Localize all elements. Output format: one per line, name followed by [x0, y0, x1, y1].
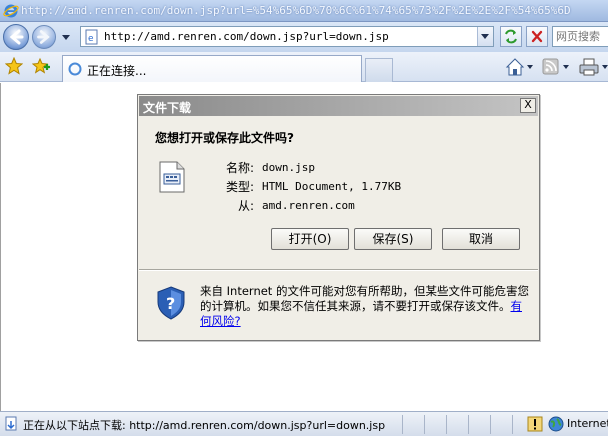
dialog-question: 您想打开或保存此文件吗?: [155, 131, 294, 145]
security-zone-label: Internet: [567, 417, 608, 430]
search-box[interactable]: [552, 26, 608, 47]
stop-button[interactable]: [526, 26, 548, 47]
status-pane: [402, 415, 424, 434]
dialog-title: 文件下载: [143, 101, 192, 115]
page-icon: e: [85, 29, 98, 45]
add-favorites-icon[interactable]: [32, 57, 50, 75]
svg-text:?: ?: [166, 294, 175, 313]
file-download-dialog: 文件下载 X 您想打开或保存此文件吗? 名称: down.jsp 类型: HTM…: [137, 94, 540, 341]
status-pane: [468, 415, 490, 434]
printer-icon: [579, 58, 608, 76]
file-source-value: amd.renren.com: [262, 199, 355, 212]
window-title: http://amd.renren.com/down.jsp?url=%54%6…: [21, 4, 571, 17]
file-source-label: 从:: [237, 199, 254, 213]
window-title-bar: http://amd.renren.com/down.jsp?url=%54%6…: [0, 0, 608, 22]
home-icon: [505, 58, 533, 76]
print-button[interactable]: [578, 57, 608, 77]
tab-row: 正在连接...: [0, 52, 608, 82]
refresh-icon: [505, 29, 517, 44]
protected-mode-alert-icon[interactable]: [527, 416, 543, 432]
recent-pages-dropdown-icon[interactable]: [61, 32, 71, 42]
dialog-close-button[interactable]: X: [520, 98, 536, 113]
status-bar: 正在从以下站点下载: http://amd.renren.com/down.js…: [0, 411, 608, 436]
status-pane: [512, 415, 524, 434]
ie-logo-icon: [3, 4, 19, 18]
new-tab-button[interactable]: [365, 58, 393, 82]
favorites-star-icon[interactable]: [5, 57, 23, 75]
save-button[interactable]: 保存(S): [354, 228, 432, 250]
address-dropdown-button[interactable]: [477, 27, 493, 46]
status-pane: [446, 415, 468, 434]
address-field[interactable]: e http://amd.renren.com/down.jsp?url=dow…: [80, 26, 494, 47]
tab-current[interactable]: 正在连接...: [62, 55, 362, 82]
status-pane: [424, 415, 446, 434]
download-page-icon: [5, 416, 17, 431]
forward-arrow-icon: [37, 30, 50, 44]
file-name-value: down.jsp: [262, 161, 315, 174]
dialog-divider: [139, 269, 538, 271]
status-pane: [490, 415, 512, 434]
file-document-icon: [159, 161, 185, 193]
security-shield-icon: ?: [157, 286, 185, 320]
svg-text:e: e: [88, 34, 94, 44]
cancel-button[interactable]: 取消: [442, 228, 520, 250]
search-input[interactable]: [553, 27, 608, 46]
back-arrow-icon: [9, 29, 24, 45]
feeds-button[interactable]: [541, 57, 571, 77]
dialog-title-bar: 文件下载 X: [139, 96, 538, 116]
stop-icon: [531, 30, 543, 43]
loading-spinner-icon: [68, 62, 82, 76]
rss-feed-icon: [542, 58, 569, 75]
address-url: http://amd.renren.com/down.jsp?url=down.…: [104, 30, 389, 43]
forward-button[interactable]: [32, 25, 56, 49]
file-type-value: HTML Document, 1.77KB: [262, 180, 402, 193]
internet-zone-globe-icon[interactable]: [548, 416, 564, 432]
file-type-label: 类型:: [225, 180, 254, 194]
home-button[interactable]: [505, 57, 535, 77]
refresh-button[interactable]: [500, 26, 522, 47]
status-text: 正在从以下站点下载: http://amd.renren.com/down.js…: [23, 419, 386, 432]
open-button[interactable]: 打开(O): [271, 228, 349, 250]
tab-label: 正在连接...: [87, 64, 147, 78]
back-button[interactable]: [3, 24, 29, 50]
file-name-label: 名称:: [225, 161, 254, 175]
security-warning-text: 来自 Internet 的文件可能对您有所帮助，但某些文件可能危害您的计算机。如…: [200, 284, 529, 313]
address-bar-row: e http://amd.renren.com/down.jsp?url=dow…: [0, 22, 608, 52]
chevron-down-icon: [481, 34, 489, 39]
security-warning: 来自 Internet 的文件可能对您有所帮助，但某些文件可能危害您的计算机。如…: [200, 284, 530, 329]
